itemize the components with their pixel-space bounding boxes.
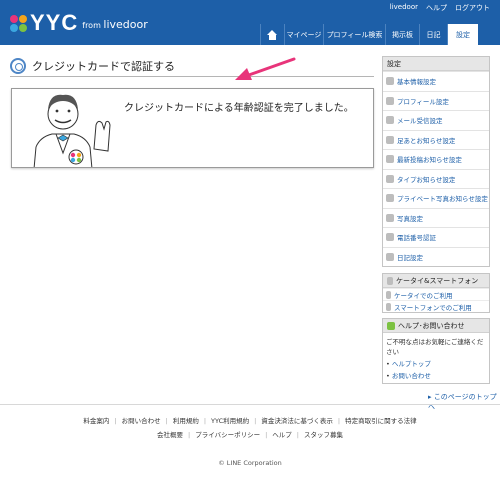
footer-link[interactable]: プライバシーポリシー [183,429,260,439]
nav-home[interactable] [260,24,284,45]
person-icon [386,96,394,105]
sidebar-item-type[interactable]: タイプお知らせ設定 [383,168,489,189]
clover-logo-icon [10,15,28,33]
sidebar-item-mail[interactable]: メール受信設定 [383,110,489,130]
sidebar-item-label: タイプお知らせ設定 [397,175,456,184]
sidebar-item-label: プライベート写真お知らせ設定 [397,195,488,204]
footer-link[interactable]: スタッフ募集 [292,429,343,439]
completion-message: クレジットカードによる年齢認証を完了しました。 [124,103,354,114]
mascot-illustration [33,94,111,167]
logo-brand: livedoor [103,18,148,31]
help-box: ヘルプ･お問い合わせ ご不明な点はお気軽にご連絡ください ヘルプトップ お問い合… [382,318,490,384]
sidebar-item-label: 写真設定 [397,214,423,223]
top-link-logout[interactable]: ログアウト [455,3,490,13]
mail-icon [386,116,394,125]
private-photo-icon [386,194,394,203]
sidebar-item-diary[interactable]: 日記設定 [383,246,489,267]
nav-mypage[interactable]: マイページ [284,24,323,45]
footer-link[interactable]: ヘルプ [260,429,292,439]
sidebar-item-label: 足あとお知らせ設定 [397,136,456,145]
sidebar-item-profile[interactable]: プロフィール設定 [383,90,489,111]
mobile-item-smartphone[interactable]: スマートフォンでのご利用 [383,300,489,312]
copyright: © LINE Corporation [218,459,282,467]
top-link-livedoor[interactable]: livedoor [390,3,418,13]
pointer-arrow-icon [235,57,296,80]
main-nav: マイページ プロフィール検索 掲示板 日記 設定 [260,24,478,45]
top-links: livedoor ヘルプ ログアウト [390,3,490,13]
home-icon [267,29,278,40]
logo-from: from [82,21,101,30]
footer-links-row2: 会社概要 プライバシーポリシー ヘルプ スタッフ募集 [0,429,500,439]
sidebar-item-label: 電話番号認証 [397,234,436,243]
header-bar: livedoor ヘルプ ログアウト YYC from livedoor マイペ… [0,0,500,45]
photo-icon [386,213,394,222]
page-title-row: クレジットカードで認証する [10,55,374,77]
sidebar-item-label: 基本情報設定 [397,78,436,87]
page-top-link[interactable]: ▸ このページのトップへ [428,392,500,412]
completion-message-box: クレジットカードによる年齢認証を完了しました。 [11,88,374,168]
settings-menu-title: 設定 [383,57,489,71]
contact-link[interactable]: お問い合わせ [383,369,489,381]
footer-link[interactable]: YYC利用規約 [199,415,249,425]
footer-link[interactable]: お問い合わせ [109,415,161,425]
sidebar-item-basic-info[interactable]: 基本情報設定 [383,71,489,91]
diary-icon [386,252,394,261]
mobile-menu: ケータイ&スマートフォン ケータイでのご利用 スマートフォンでのご利用 [382,273,490,313]
nav-bbs[interactable]: 掲示板 [385,24,419,45]
sidebar-item-label: プロフィール設定 [397,97,449,106]
mobile-item-label: ケータイでのご利用 [394,291,453,300]
sidebar-item-label: メール受信設定 [397,117,443,126]
sidebar-item-footprint[interactable]: 足あとお知らせ設定 [383,129,489,150]
gear-icon [10,57,26,74]
heart-icon [386,174,394,183]
footer-divider [0,404,500,405]
smartphone-icon [386,302,391,311]
phone-icon [386,233,394,242]
sidebar-item-private-photo[interactable]: プライベート写真お知らせ設定 [383,188,489,208]
logo-text: YYC [30,10,79,35]
sidebar-item-label: 日記設定 [397,253,423,262]
nav-diary[interactable]: 日記 [419,24,447,45]
help-text: ご不明な点はお気軽にご連絡ください [386,338,484,356]
footer-link[interactable]: 資金決済法に基づく表示 [249,415,333,425]
footer-link[interactable]: 料金案内 [83,415,109,425]
sidebar-item-photo[interactable]: 写真設定 [383,207,489,228]
mobile-menu-title-text: ケータイ&スマートフォン [396,276,479,285]
mobile-menu-title: ケータイ&スマートフォン [383,274,489,288]
top-link-help[interactable]: ヘルプ [426,3,447,13]
page-title: クレジットカードで認証する [32,59,175,73]
feature-phone-icon [386,290,391,299]
yyc-logo[interactable]: YYC from livedoor [10,10,148,35]
nav-profile-search[interactable]: プロフィール検索 [323,24,385,45]
footer-link[interactable]: 会社概要 [157,429,183,439]
footer-links-row1: 料金案内 お問い合わせ 利用規約 YYC利用規約 資金決済法に基づく表示 特定商… [0,415,500,425]
help-top-link[interactable]: ヘルプトップ [383,357,489,369]
footer-link[interactable]: 特定商取引に関する法律 [333,415,417,425]
logo-sub: from livedoor [82,18,148,31]
footprint-icon [386,135,394,144]
mobile-item-label: スマートフォンでのご利用 [394,303,472,312]
sidebar-item-latest-post[interactable]: 最新投稿お知らせ設定 [383,149,489,169]
sidebar-item-phone[interactable]: 電話番号認証 [383,227,489,247]
sidebar: 設定 基本情報設定 プロフィール設定 メール受信設定 足あとお知らせ設定 最新投… [382,56,490,389]
profile-card-icon [386,77,394,86]
help-box-title-text: ヘルプ･お問い合わせ [398,321,465,330]
nav-settings[interactable]: 設定 [447,24,478,45]
leaf-icon [387,321,395,330]
mobile-item-feature-phone[interactable]: ケータイでのご利用 [383,288,489,300]
mobile-phone-icon [387,276,393,285]
post-icon [386,155,394,164]
sidebar-item-label: 最新投稿お知らせ設定 [397,156,462,165]
footer-link[interactable]: 利用規約 [161,415,199,425]
settings-menu: 設定 基本情報設定 プロフィール設定 メール受信設定 足あとお知らせ設定 最新投… [382,56,490,267]
help-box-title: ヘルプ･お問い合わせ [383,319,489,333]
